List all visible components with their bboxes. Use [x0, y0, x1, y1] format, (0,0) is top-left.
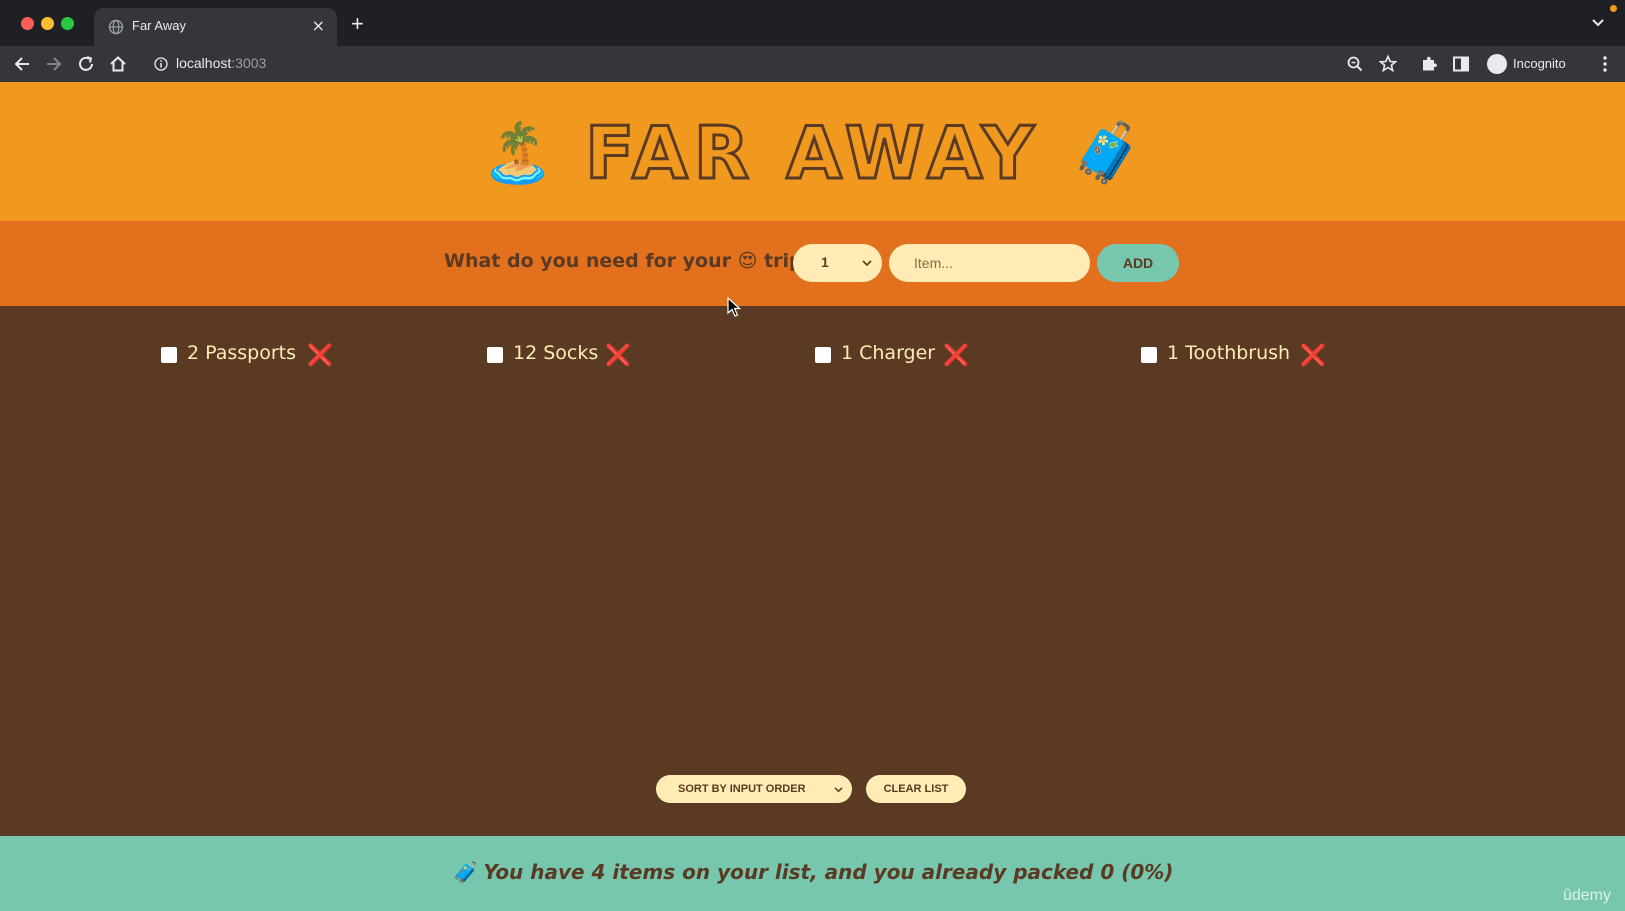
app-title: FAR AWAY — [584, 111, 1040, 196]
palm-island-icon: 🏝️ — [481, 118, 554, 187]
tab-close-icon[interactable]: × — [312, 16, 325, 35]
maximize-window-button[interactable] — [61, 17, 74, 30]
app-header: 🏝️ FAR AWAY 🧳 — [0, 82, 1625, 221]
back-arrow-icon[interactable] — [12, 54, 32, 74]
incognito-label: Incognito — [1513, 56, 1566, 71]
browser-toolbar: localhost:3003 Incognito — [0, 46, 1625, 82]
packed-checkbox[interactable] — [815, 347, 831, 363]
tab-title: Far Away — [132, 18, 186, 33]
globe-icon — [108, 19, 124, 35]
side-panel-icon[interactable] — [1451, 54, 1471, 74]
browser-menu-icon[interactable] — [1603, 54, 1607, 74]
add-button[interactable]: ADD — [1097, 244, 1179, 282]
bookmark-star-icon[interactable] — [1378, 54, 1398, 74]
reload-icon[interactable] — [76, 54, 96, 74]
delete-icon[interactable]: ❌ — [943, 343, 969, 368]
sort-select[interactable]: SORT BY INPUT ORDER — [656, 775, 852, 803]
quantity-select[interactable]: 1 — [793, 244, 882, 282]
luggage-icon: 🧳 — [1070, 118, 1144, 187]
item-input[interactable] — [889, 244, 1090, 282]
extensions-puzzle-icon[interactable] — [1419, 54, 1439, 74]
address-bar[interactable]: localhost:3003 — [144, 50, 1400, 78]
delete-icon[interactable]: ❌ — [605, 343, 631, 368]
incognito-icon — [1487, 54, 1507, 74]
url-text: localhost:3003 — [176, 55, 266, 71]
delete-icon[interactable]: ❌ — [1300, 343, 1326, 368]
app-page: 🏝️ FAR AWAY 🧳 What do you need for your … — [0, 82, 1625, 911]
chevron-down-icon — [862, 260, 872, 267]
add-item-form: What do you need for your 😍 trip? 1 ADD — [0, 221, 1625, 306]
packed-checkbox[interactable] — [487, 347, 503, 363]
browser-tab[interactable]: Far Away × — [94, 8, 337, 46]
close-window-button[interactable] — [21, 17, 34, 30]
new-tab-button[interactable]: + — [351, 11, 364, 37]
forward-arrow-icon[interactable] — [44, 54, 64, 74]
chevron-down-icon — [834, 787, 843, 793]
mouse-cursor-icon — [727, 297, 741, 317]
zoom-icon[interactable] — [1345, 54, 1365, 74]
packed-checkbox[interactable] — [161, 347, 177, 363]
item-label: 1 Charger — [841, 342, 936, 364]
packed-checkbox[interactable] — [1141, 347, 1157, 363]
minimize-window-button[interactable] — [41, 17, 54, 30]
packing-stats: 🧳 You have 4 items on your list, and you… — [451, 860, 1174, 884]
item-label: 1 Toothbrush — [1167, 342, 1291, 364]
delete-icon[interactable]: ❌ — [307, 343, 333, 368]
notification-dot — [1610, 5, 1617, 12]
clear-list-button[interactable]: CLEAR LIST — [866, 775, 966, 803]
item-label: 2 Passports — [187, 342, 297, 364]
browser-tab-bar: Far Away × + — [0, 0, 1625, 46]
tab-search-chevron-icon[interactable] — [1591, 16, 1605, 30]
incognito-profile-button[interactable]: Incognito — [1483, 50, 1581, 78]
logo: 🏝️ FAR AWAY 🧳 — [0, 111, 1625, 196]
site-info-icon[interactable] — [154, 57, 168, 71]
home-icon[interactable] — [108, 54, 128, 74]
item-label: 12 Socks — [513, 342, 599, 364]
url-port: :3003 — [231, 55, 267, 71]
quantity-value: 1 — [821, 254, 829, 270]
stats-footer: 🧳 You have 4 items on your list, and you… — [0, 836, 1625, 911]
url-host: localhost — [176, 55, 232, 71]
udemy-watermark: ûdemy — [1562, 887, 1611, 904]
packing-list: 2 Passports ❌ 12 Socks ❌ 1 Charger ❌ 1 T… — [0, 306, 1625, 836]
sort-label: SORT BY INPUT ORDER — [678, 783, 806, 795]
form-prompt: What do you need for your 😍 trip? — [444, 250, 814, 272]
